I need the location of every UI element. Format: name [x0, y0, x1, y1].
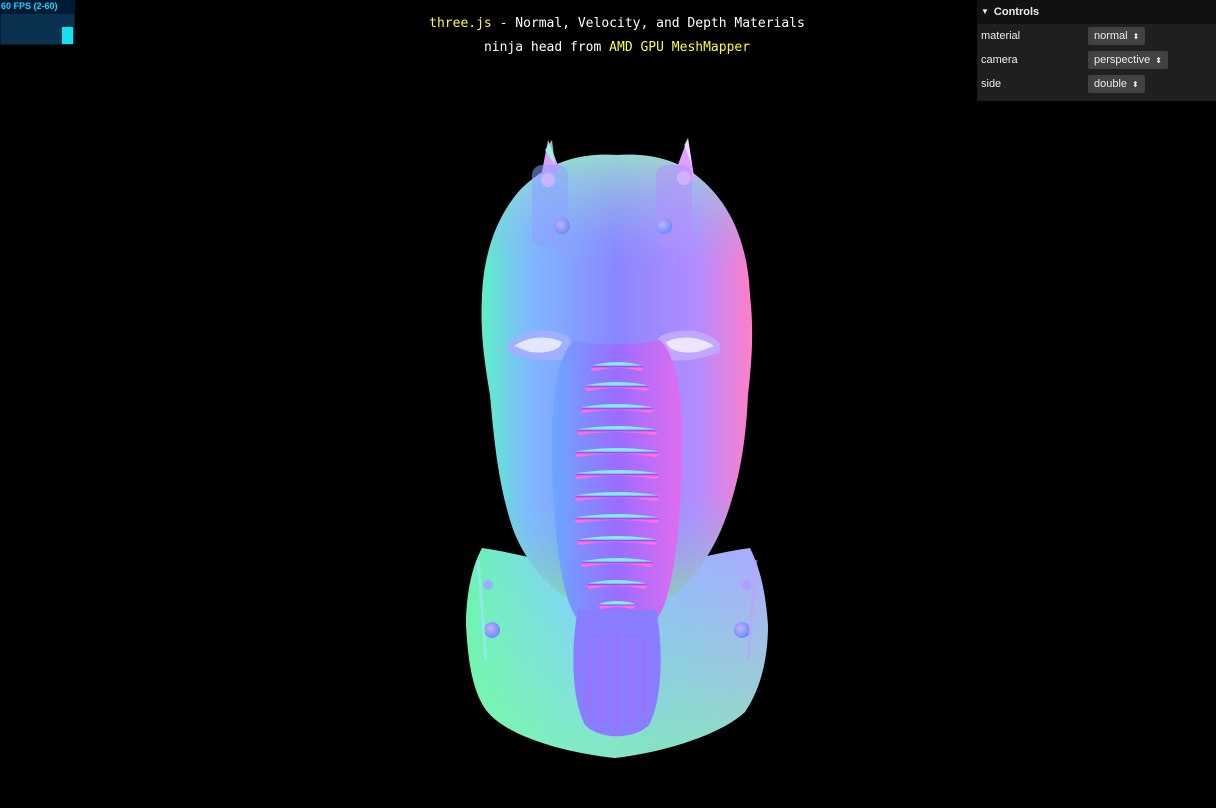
chevron-down-icon: ▼	[981, 7, 989, 16]
camera-select[interactable]: perspective ⬍	[1088, 51, 1168, 69]
control-label-camera: camera	[981, 54, 1018, 66]
control-row-camera: camera perspective ⬍	[977, 48, 1216, 72]
ninja-head-render[interactable]	[0, 0, 1216, 808]
select-arrows-icon: ⬍	[1132, 79, 1139, 89]
material-select[interactable]: normal ⬍	[1088, 27, 1146, 45]
select-arrows-icon: ⬍	[1155, 55, 1162, 65]
controls-panel: ▼ Controls material normal ⬍ camera persp…	[977, 0, 1216, 101]
controls-title: Controls	[993, 6, 1040, 18]
select-arrows-icon: ⬍	[1132, 31, 1140, 41]
control-label-side: side	[981, 78, 1002, 90]
side-select[interactable]: double ⬍	[1088, 75, 1145, 93]
controls-title-bar[interactable]: ▼ Controls	[977, 0, 1216, 24]
control-row-side: side double ⬍	[977, 72, 1216, 96]
control-row-material: material normal ⬍	[977, 24, 1216, 48]
control-label-material: material	[981, 30, 1021, 42]
